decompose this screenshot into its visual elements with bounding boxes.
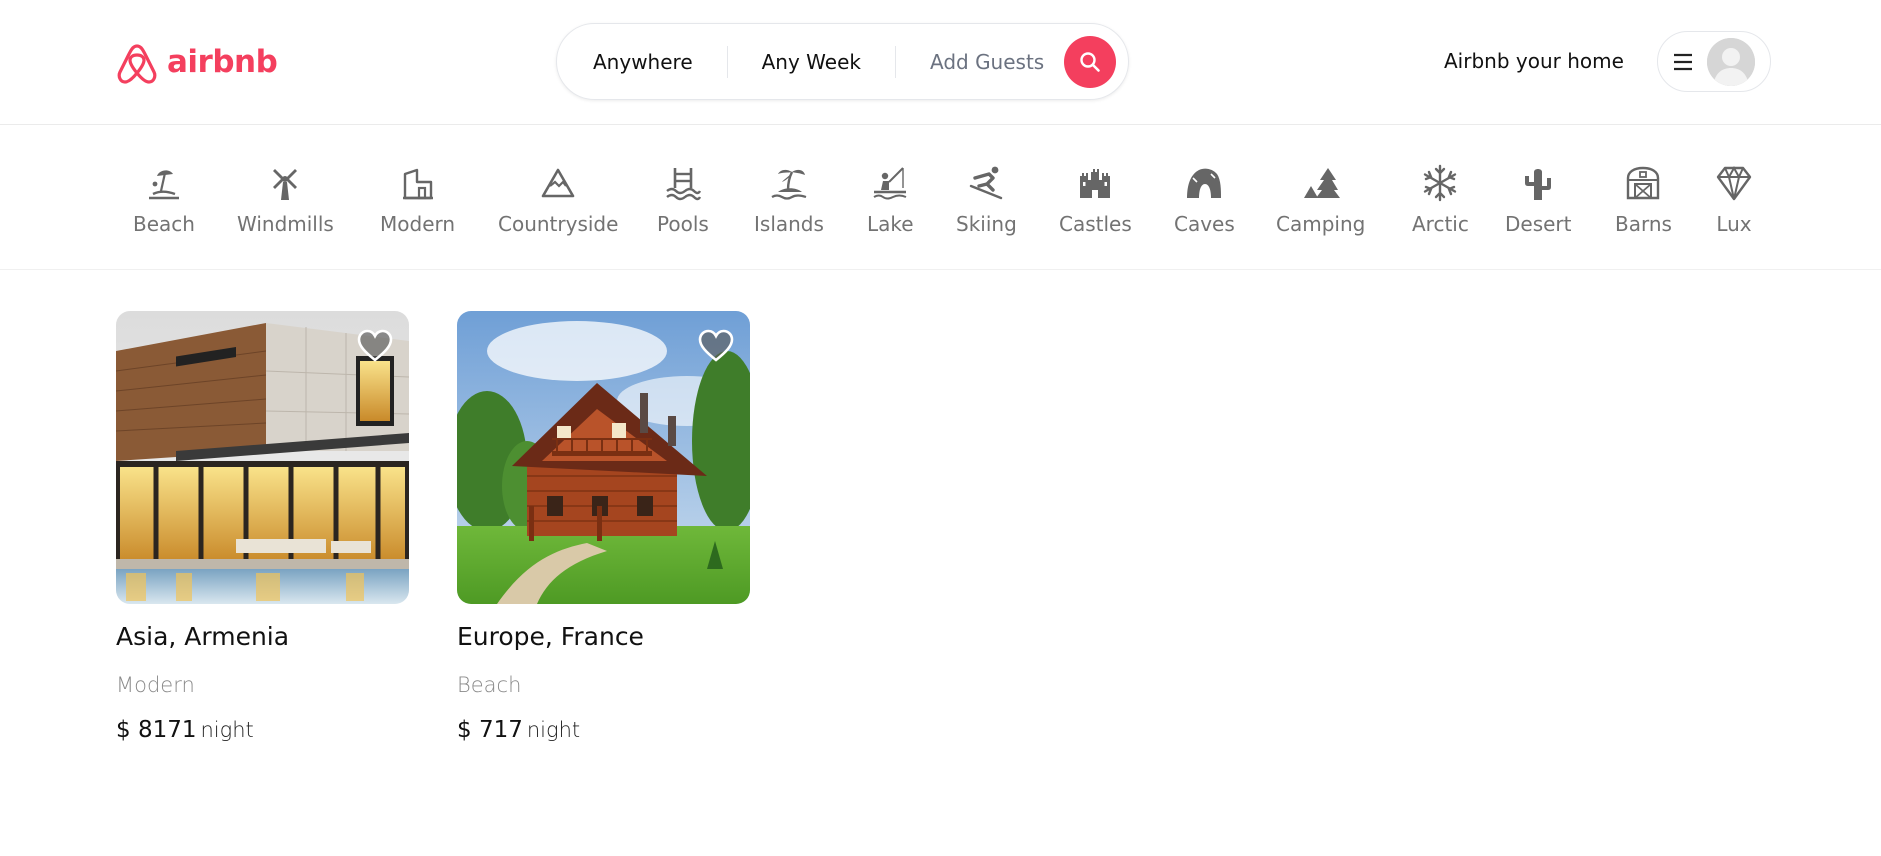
listing-card[interactable]: Europe, France Beach $ 717 night	[457, 311, 750, 743]
snowflake-icon	[1424, 164, 1457, 202]
menu-icon	[1674, 53, 1692, 70]
heart-icon[interactable]	[357, 329, 393, 363]
logo-text: airbnb	[167, 44, 278, 80]
category-label: Countryside	[498, 212, 619, 236]
search-bar[interactable]: Anywhere Any Week Add Guests	[556, 23, 1129, 100]
listing-price: $ 717	[457, 717, 523, 743]
category-arctic[interactable]: Arctic	[1412, 164, 1469, 236]
lake-icon	[873, 167, 907, 200]
listing-location: Asia, Armenia	[116, 622, 290, 651]
cactus-icon	[1525, 169, 1552, 200]
search-dates[interactable]: Any Week	[726, 45, 895, 78]
category-label: Modern	[380, 212, 456, 236]
search-guests[interactable]: Add Guests	[894, 45, 1062, 78]
category-countryside[interactable]: Countryside	[498, 164, 618, 236]
category-lake[interactable]: Lake	[867, 164, 914, 236]
category-camping[interactable]: Camping	[1276, 164, 1365, 236]
user-menu-button[interactable]	[1657, 31, 1771, 92]
user-placeholder-icon	[1707, 37, 1755, 86]
category-label: Arctic	[1412, 212, 1469, 236]
camping-icon	[1303, 168, 1340, 198]
category-lux[interactable]: Lux	[1715, 164, 1753, 236]
modern-house-icon	[402, 168, 433, 200]
listing-card[interactable]: Asia, Armenia Modern $ 8171 night	[116, 311, 409, 743]
category-modern[interactable]: Modern	[380, 164, 455, 236]
listing-image[interactable]	[116, 311, 409, 604]
listing-price-unit: night	[526, 718, 581, 742]
category-pools[interactable]: Pools	[657, 164, 709, 236]
skiing-icon	[970, 166, 1003, 200]
category-label: Lake	[867, 212, 914, 236]
navbar: airbnb Anywhere Any Week Add Guests Airb…	[0, 0, 1881, 125]
category-castles[interactable]: Castles	[1059, 164, 1132, 236]
heart-icon[interactable]	[698, 329, 734, 363]
search-button[interactable]	[1064, 35, 1117, 88]
listing-price: $ 8171	[116, 717, 197, 743]
airbnb-logo-icon	[117, 44, 157, 84]
category-label: Lux	[1716, 212, 1752, 236]
mountain-icon	[541, 168, 575, 198]
category-label: Islands	[754, 212, 824, 236]
category-bar: Beach Windmills Modern Countryside Pools…	[0, 126, 1881, 270]
barn-icon	[1627, 166, 1660, 200]
cave-icon	[1187, 168, 1222, 198]
search-icon	[1080, 51, 1101, 72]
category-label: Desert	[1505, 212, 1572, 236]
beach-icon	[148, 170, 179, 200]
category-caves[interactable]: Caves	[1174, 164, 1235, 236]
listing-price-row: $ 717 night	[457, 717, 750, 743]
logo[interactable]: airbnb	[115, 38, 278, 86]
category-windmills[interactable]: Windmills	[237, 164, 334, 236]
castle-icon	[1080, 169, 1111, 198]
island-icon	[771, 169, 807, 200]
windmill-icon	[273, 169, 298, 200]
avatar	[1707, 37, 1755, 86]
category-label: Pools	[657, 212, 709, 236]
diamond-icon	[1716, 165, 1752, 201]
category-islands[interactable]: Islands	[754, 164, 824, 236]
category-desert[interactable]: Desert	[1505, 164, 1572, 236]
category-label: Castles	[1059, 212, 1132, 236]
listing-price-row: $ 8171 night	[116, 717, 409, 743]
category-skiing[interactable]: Skiing	[956, 164, 1017, 236]
category-label: Beach	[133, 212, 195, 236]
listing-location: Europe, France	[457, 622, 644, 651]
listing-category: Modern	[116, 673, 195, 697]
category-beach[interactable]: Beach	[133, 164, 195, 236]
listing-category: Beach	[457, 673, 522, 697]
category-label: Caves	[1174, 212, 1235, 236]
category-label: Windmills	[237, 212, 334, 236]
category-barns[interactable]: Barns	[1615, 164, 1672, 236]
category-label: Camping	[1276, 212, 1366, 236]
listing-price-unit: night	[200, 718, 254, 742]
category-label: Barns	[1615, 212, 1672, 236]
pool-icon	[666, 168, 701, 201]
listing-image[interactable]	[457, 311, 750, 604]
search-location[interactable]: Anywhere	[557, 46, 727, 78]
category-label: Skiing	[956, 212, 1017, 236]
host-link[interactable]: Airbnb your home	[1444, 49, 1624, 73]
